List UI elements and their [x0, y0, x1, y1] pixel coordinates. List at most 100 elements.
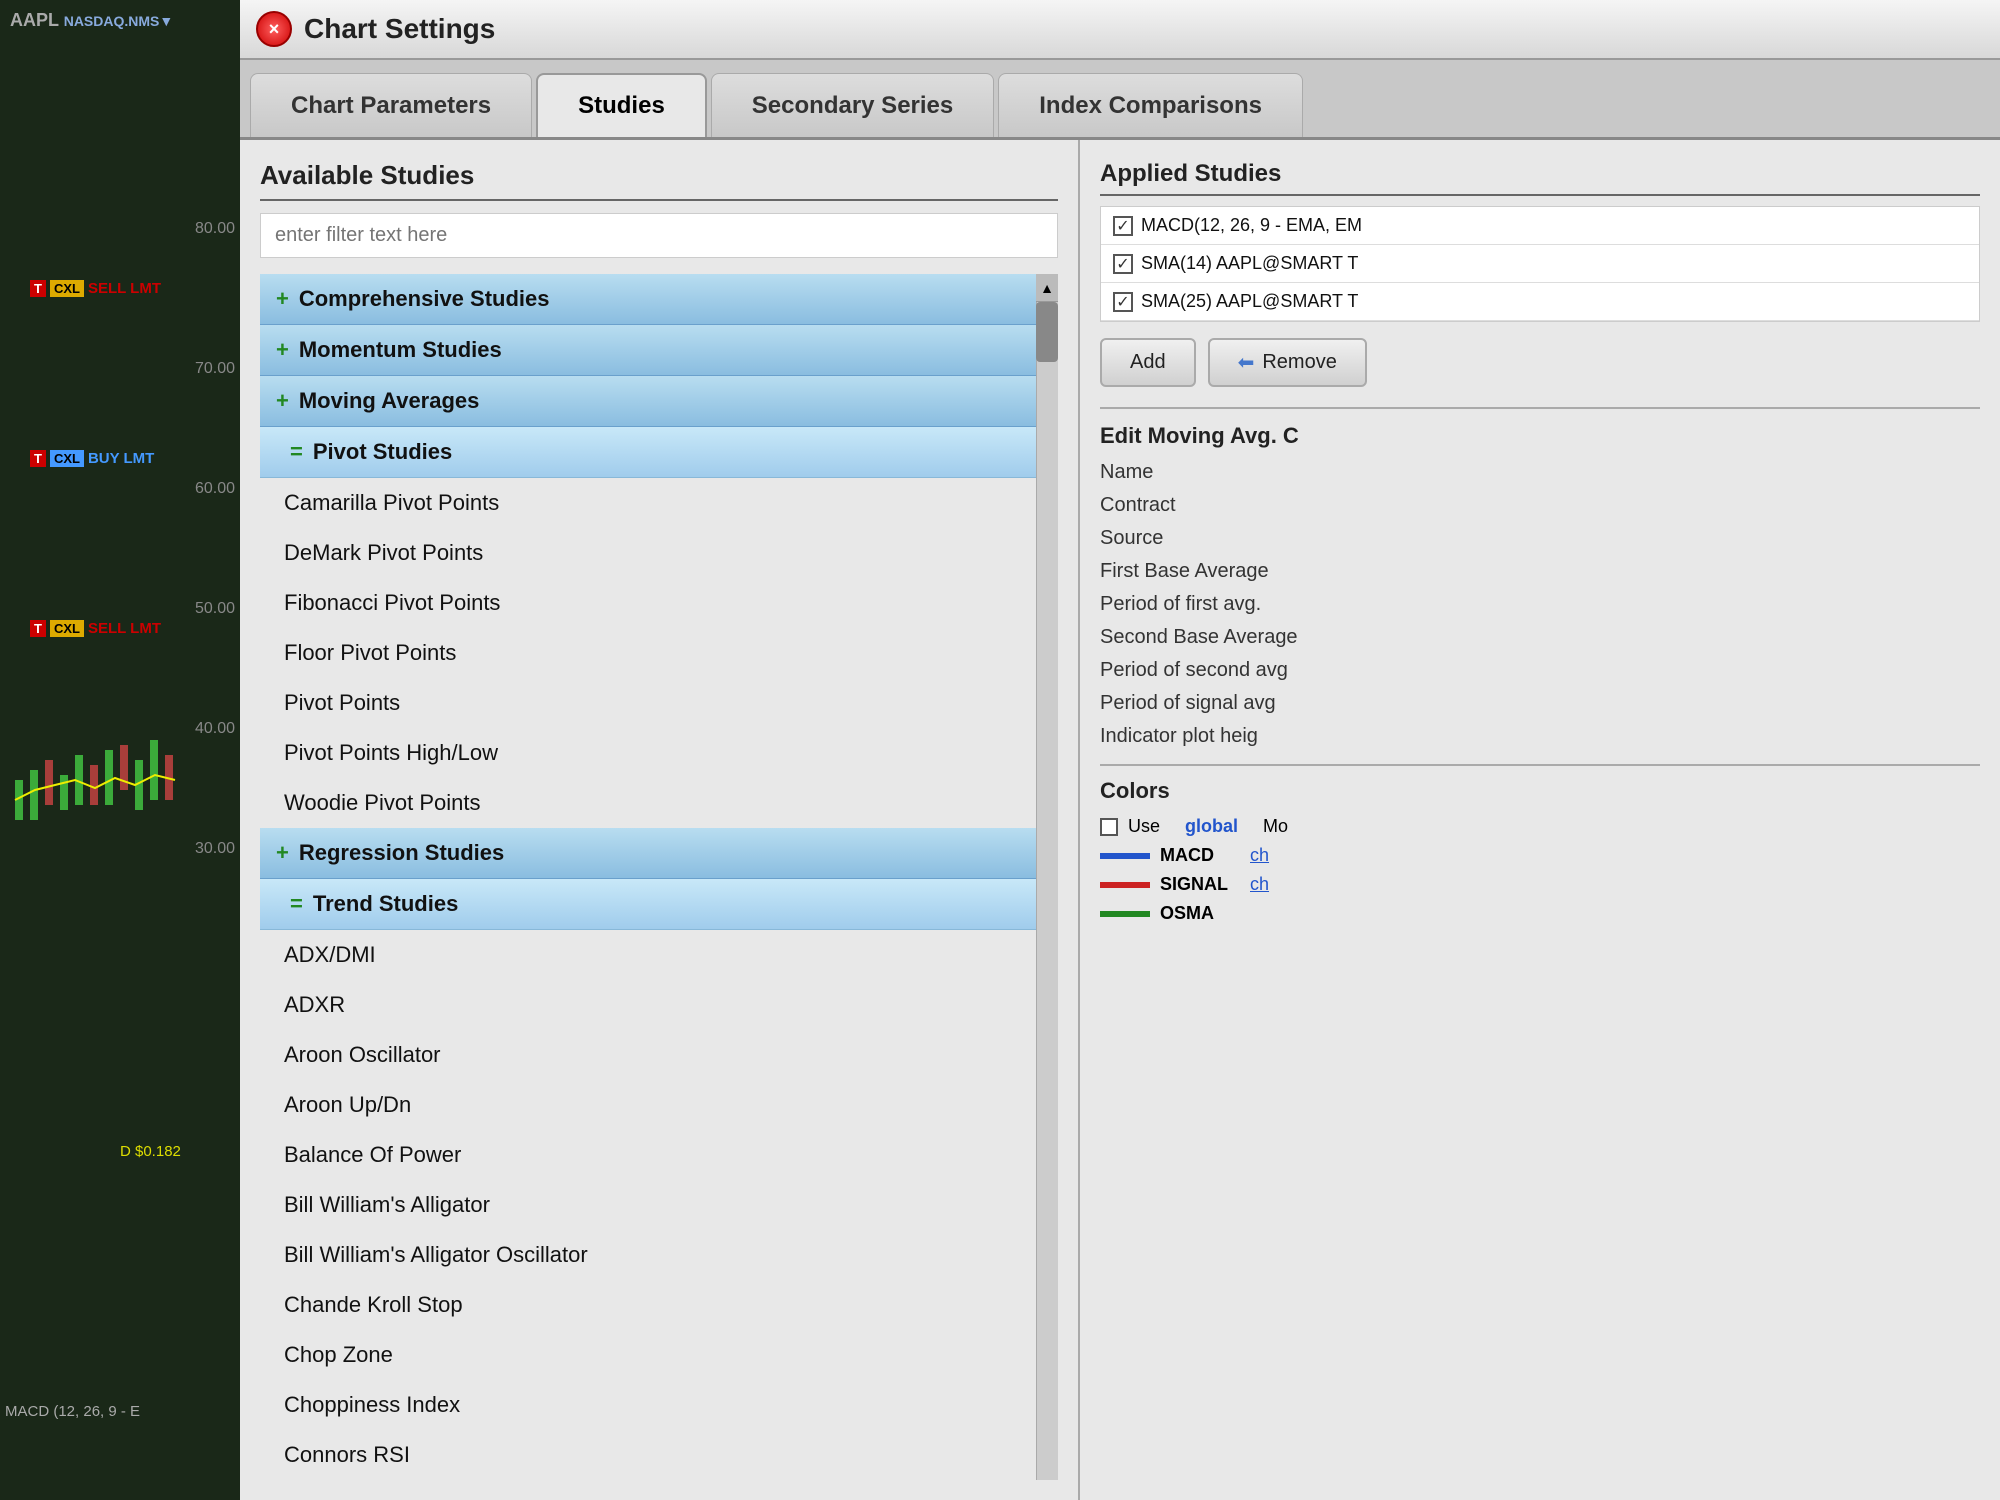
list-item-aroon-updn[interactable]: Aroon Up/Dn — [260, 1080, 1058, 1130]
tab-index-comparisons[interactable]: Index Comparisons — [998, 73, 1303, 137]
study-label-regression: Regression Studies — [299, 840, 504, 866]
macd-color-swatch[interactable] — [1100, 853, 1150, 859]
study-label-bw-alligator-osc: Bill William's Alligator Oscillator — [284, 1242, 588, 1268]
symbol-text: AAPL — [10, 10, 59, 30]
applied-item-sma25-label: SMA(25) AAPL@SMART T — [1141, 291, 1358, 312]
add-button[interactable]: Add — [1100, 338, 1196, 387]
checkbox-sma25[interactable]: ✓ — [1113, 292, 1133, 312]
field-second-period-label: Period of second avg — [1100, 659, 1380, 682]
dialog-title: Chart Settings — [304, 13, 495, 45]
list-item-pivot-highlow[interactable]: Pivot Points High/Low — [260, 728, 1058, 778]
field-first-period-label: Period of first avg. — [1100, 593, 1380, 616]
edit-section-title: Edit Moving Avg. C — [1100, 423, 1980, 449]
buy-lmt-1: T CXL BUY LMT — [30, 450, 154, 467]
study-label-adxdmi: ADX/DMI — [284, 942, 376, 968]
remove-button[interactable]: ⬅ Remove — [1208, 338, 1367, 387]
list-item-balance[interactable]: Balance Of Power — [260, 1130, 1058, 1180]
list-item-choppiness[interactable]: Choppiness Index — [260, 1380, 1058, 1430]
field-first-period: Period of first avg. — [1100, 593, 1980, 616]
study-label-chande: Chande Kroll Stop — [284, 1292, 463, 1318]
chart-symbol: AAPL NASDAQ.NMS▼ — [10, 10, 173, 31]
study-label-adxr: ADXR — [284, 992, 345, 1018]
expand-icon-moving-averages: + — [276, 388, 289, 414]
study-label-connors: Connors RSI — [284, 1442, 410, 1468]
tab-chart-parameters[interactable]: Chart Parameters — [250, 73, 532, 137]
study-label-pivot-points: Pivot Points — [284, 690, 400, 716]
buy-lmt-text: BUY LMT — [88, 450, 154, 467]
applied-item-macd[interactable]: ✓ MACD(12, 26, 9 - EMA, EM — [1101, 207, 1979, 245]
signal-color-link[interactable]: ch — [1250, 874, 1269, 895]
macd-color-link[interactable]: ch — [1250, 845, 1269, 866]
field-source: Source — [1100, 527, 1980, 550]
global-link[interactable]: global — [1185, 816, 1238, 837]
list-item-floor[interactable]: Floor Pivot Points — [260, 628, 1058, 678]
list-item-regression[interactable]: + Regression Studies — [260, 828, 1058, 879]
list-item-woodie[interactable]: Woodie Pivot Points — [260, 778, 1058, 828]
list-item-bw-alligator-osc[interactable]: Bill William's Alligator Oscillator — [260, 1230, 1058, 1280]
list-item-chande[interactable]: Chande Kroll Stop — [260, 1280, 1058, 1330]
tab-secondary-series[interactable]: Secondary Series — [711, 73, 994, 137]
list-item-comprehensive[interactable]: + Comprehensive Studies — [260, 274, 1058, 325]
tab-studies-label: Studies — [578, 92, 665, 120]
applied-item-sma25[interactable]: ✓ SMA(25) AAPL@SMART T — [1101, 283, 1979, 321]
field-indicator-height: Indicator plot heig — [1100, 725, 1980, 748]
color-row-signal: SIGNAL ch — [1100, 874, 1980, 895]
list-item-chop-zone[interactable]: Chop Zone — [260, 1330, 1058, 1380]
studies-list: + Comprehensive Studies + Momentum Studi… — [260, 274, 1058, 1480]
list-item-trend[interactable]: = Trend Studies — [260, 879, 1058, 930]
list-item-aroon-osc[interactable]: Aroon Oscillator — [260, 1030, 1058, 1080]
list-item-pivot-studies[interactable]: = Pivot Studies — [260, 427, 1058, 478]
checkbox-macd[interactable]: ✓ — [1113, 216, 1133, 236]
use-global-text: Use — [1128, 816, 1160, 837]
field-first-base-label: First Base Average — [1100, 560, 1380, 583]
color-row-macd: MACD ch — [1100, 845, 1980, 866]
edit-section: Edit Moving Avg. C Name Contract Source … — [1100, 407, 1980, 1480]
list-item-demark[interactable]: DeMark Pivot Points — [260, 528, 1058, 578]
field-second-period: Period of second avg — [1100, 659, 1980, 682]
list-item-adxr[interactable]: ADXR — [260, 980, 1058, 1030]
expand-icon-trend: = — [290, 891, 303, 917]
checkbox-sma14[interactable]: ✓ — [1113, 254, 1133, 274]
study-label-balance: Balance Of Power — [284, 1142, 461, 1168]
tab-studies[interactable]: Studies — [536, 73, 707, 137]
osma-color-swatch[interactable] — [1100, 911, 1150, 917]
applied-item-macd-label: MACD(12, 26, 9 - EMA, EM — [1141, 215, 1362, 236]
list-item-camarilla[interactable]: Camarilla Pivot Points — [260, 478, 1058, 528]
scroll-up-button[interactable]: ▲ — [1036, 274, 1058, 302]
list-item-bw-alligator[interactable]: Bill William's Alligator — [260, 1180, 1058, 1230]
use-global-checkbox[interactable] — [1100, 818, 1118, 836]
expand-icon-pivot: = — [290, 439, 303, 465]
list-item-fibonacci[interactable]: Fibonacci Pivot Points — [260, 578, 1058, 628]
list-item-connors[interactable]: Connors RSI — [260, 1430, 1058, 1480]
list-item-moving-averages[interactable]: + Moving Averages — [260, 376, 1058, 427]
list-item-adxdmi[interactable]: ADX/DMI — [260, 930, 1058, 980]
add-button-label: Add — [1130, 351, 1166, 374]
signal-color-swatch[interactable] — [1100, 882, 1150, 888]
content-area: Available Studies + Comprehensive Studie… — [240, 140, 2000, 1500]
close-button[interactable]: × — [256, 11, 292, 47]
list-item-pivot-points[interactable]: Pivot Points — [260, 678, 1058, 728]
field-source-label: Source — [1100, 527, 1380, 550]
osma-color-label: OSMA — [1160, 903, 1240, 924]
list-item-momentum[interactable]: + Momentum Studies — [260, 325, 1058, 376]
study-label-chop-zone: Chop Zone — [284, 1342, 393, 1368]
study-label-aroon-updn: Aroon Up/Dn — [284, 1092, 411, 1118]
study-label-momentum: Momentum Studies — [299, 337, 502, 363]
field-signal-period: Period of signal avg — [1100, 692, 1980, 715]
filter-input[interactable] — [260, 213, 1058, 258]
price-label-2: 70.00 — [195, 360, 235, 378]
applied-studies-title: Applied Studies — [1100, 160, 1980, 196]
field-second-base-label: Second Base Average — [1100, 626, 1380, 649]
remove-arrow-icon: ⬅ — [1238, 350, 1255, 375]
study-label-comprehensive: Comprehensive Studies — [299, 286, 550, 312]
field-signal-period-label: Period of signal avg — [1100, 692, 1380, 715]
field-name-label: Name — [1100, 461, 1380, 484]
study-label-woodie: Woodie Pivot Points — [284, 790, 480, 816]
scrollbar-thumb[interactable] — [1036, 302, 1058, 362]
applied-item-sma14-label: SMA(14) AAPL@SMART T — [1141, 253, 1358, 274]
action-buttons: Add ⬅ Remove — [1100, 338, 1980, 387]
field-second-base: Second Base Average — [1100, 626, 1980, 649]
sell-lmt-2: T CXL SELL LMT — [30, 620, 161, 637]
applied-item-sma14[interactable]: ✓ SMA(14) AAPL@SMART T — [1101, 245, 1979, 283]
scrollbar-track: ▲ — [1036, 274, 1058, 1480]
